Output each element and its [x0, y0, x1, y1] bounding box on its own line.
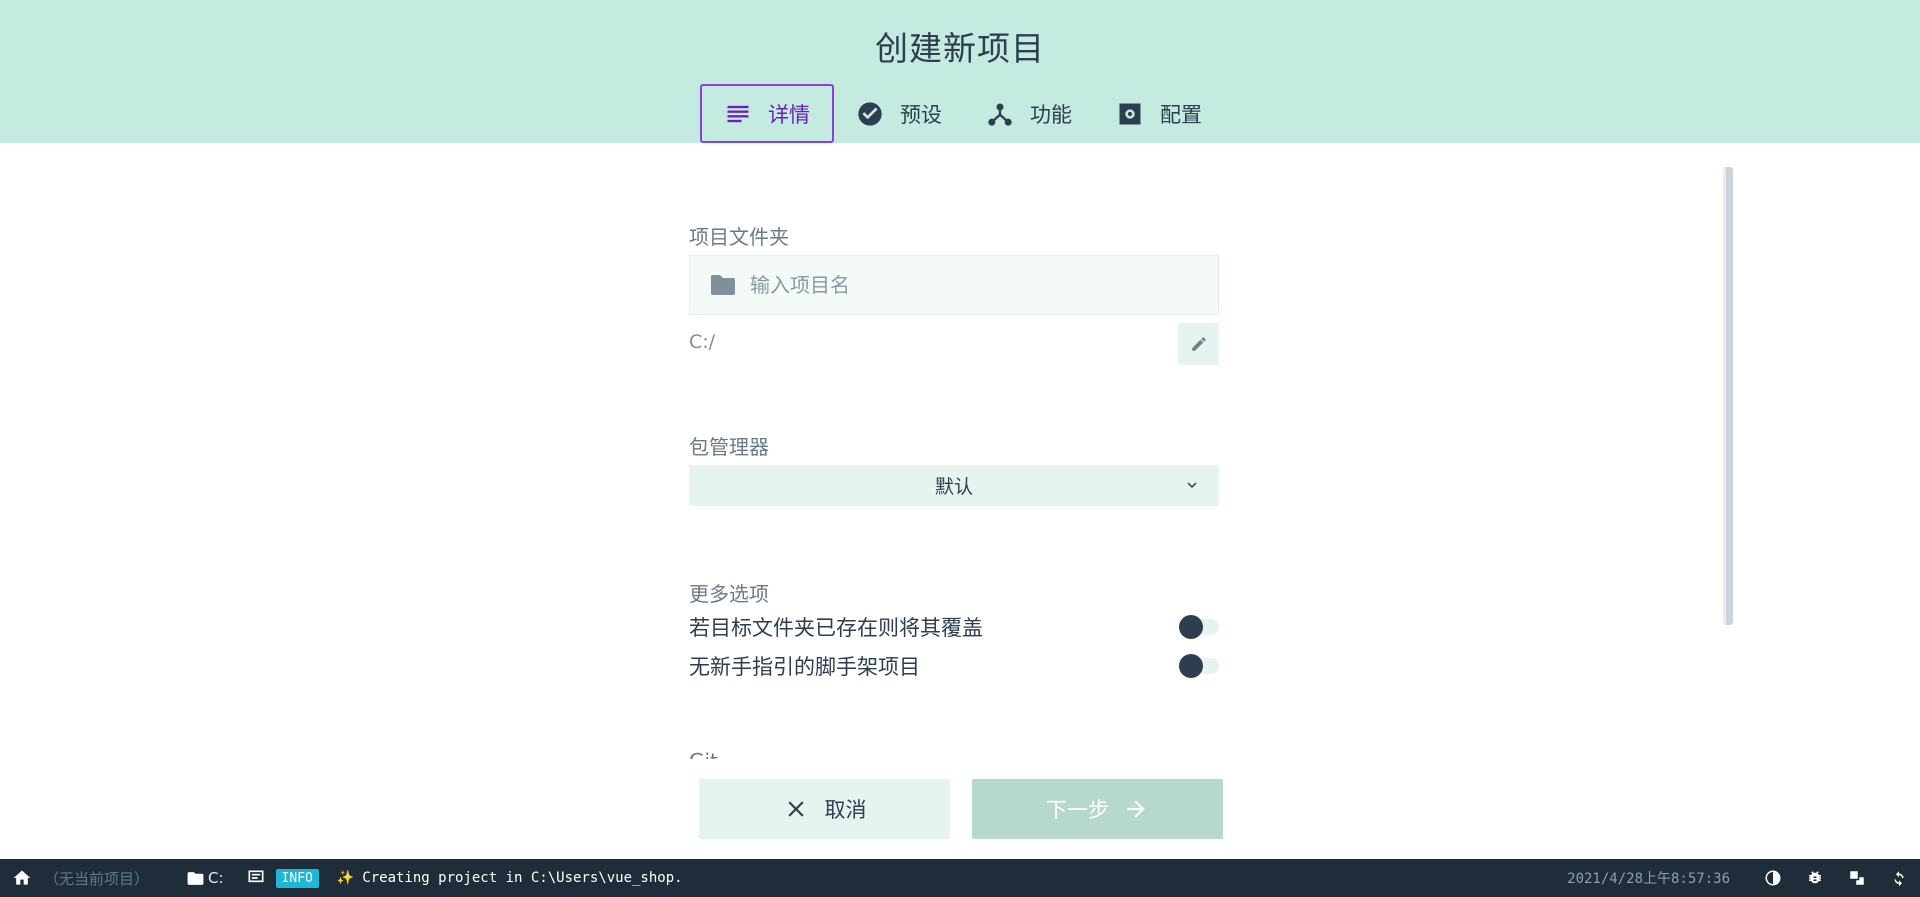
contrast-icon	[1765, 870, 1781, 886]
log-message[interactable]: ✨ Creating project in C:\Users\vue_shop.	[337, 859, 683, 897]
git-section-label: Git	[689, 749, 718, 759]
next-button[interactable]: 下一步	[972, 779, 1223, 839]
info-badge: INFO	[275, 868, 319, 888]
translate-button[interactable]	[1836, 859, 1878, 897]
console-icon	[248, 870, 264, 883]
list-icon	[727, 105, 749, 122]
next-label: 下一步	[1046, 798, 1109, 822]
timestamp: 2021/4/28上午8:57:36	[1567, 871, 1730, 887]
tab-label: 配置	[1160, 102, 1202, 127]
folder-button[interactable]: C:	[186, 859, 224, 897]
package-manager-label: 包管理器	[689, 435, 769, 459]
current-project[interactable]: （无当前项目）	[44, 859, 172, 897]
tab-config[interactable]: 配置	[1094, 84, 1224, 143]
content-area: 项目文件夹 C:/ 包管理器 默认 更多选项 若目标文件夹已存在则将其覆盖 无新…	[0, 143, 1920, 759]
package-manager-select[interactable]: 默认	[689, 465, 1219, 506]
arrow-right-icon	[1127, 800, 1145, 818]
tab-presets[interactable]: 预设	[834, 84, 964, 143]
tab-label: 功能	[1030, 102, 1072, 127]
status-bar-right: 2021/4/28上午8:57:36	[1567, 859, 1920, 897]
package-manager-value: 默认	[934, 476, 973, 498]
refresh-button[interactable]	[1878, 859, 1920, 897]
current-path: C:/	[689, 331, 716, 353]
home-button[interactable]	[0, 859, 40, 897]
cancel-label: 取消	[824, 798, 867, 822]
project-name-field[interactable]	[689, 255, 1219, 315]
tab-label: 预设	[900, 102, 942, 127]
refresh-icon	[1894, 871, 1904, 887]
option-overwrite: 若目标文件夹已存在则将其覆盖	[689, 612, 1219, 642]
sparkle-icon: ✨	[336, 870, 355, 886]
option-no-guide: 无新手指引的脚手架项目	[689, 651, 1219, 681]
option-label: 若目标文件夹已存在则将其覆盖	[689, 616, 983, 640]
more-options-label: 更多选项	[689, 582, 769, 606]
check-circle-icon	[858, 101, 882, 126]
chevron-down-icon	[1183, 476, 1201, 494]
step-tabs: 详情 预设 功能 配置	[700, 84, 1224, 143]
home-icon	[13, 870, 31, 885]
tab-details[interactable]: 详情	[700, 84, 834, 143]
folder-path: C:	[208, 869, 224, 887]
tab-features[interactable]: 功能	[964, 84, 1094, 143]
close-icon	[787, 801, 804, 817]
folder-icon	[711, 275, 735, 295]
project-name-input[interactable]	[750, 273, 1190, 297]
pencil-icon	[1191, 337, 1206, 351]
fork-icon	[988, 103, 1012, 126]
cancel-button[interactable]: 取消	[699, 779, 950, 839]
log-message-text: Creating project in C:\Users\vue_shop.	[362, 870, 683, 886]
folder-section-label: 项目文件夹	[689, 225, 789, 249]
console-log-button[interactable]	[246, 859, 266, 897]
gear-icon	[1119, 103, 1141, 124]
header: 创建新项目 详情 预设 功能 配置	[0, 0, 1920, 143]
page-title: 创建新项目	[875, 29, 1045, 68]
tab-label: 详情	[768, 102, 810, 127]
edit-path-button[interactable]	[1178, 323, 1219, 365]
bug-icon	[1809, 871, 1821, 884]
folder-icon	[187, 871, 204, 885]
translate-icon	[1850, 871, 1864, 885]
report-bug-button[interactable]	[1794, 859, 1836, 897]
dark-mode-toggle[interactable]	[1752, 859, 1794, 897]
log-level-badge: INFO	[275, 859, 319, 897]
option-label: 无新手指引的脚手架项目	[689, 655, 920, 679]
scrollbar[interactable]	[1723, 167, 1733, 625]
status-bar: （无当前项目） C: INFO ✨ Creating project in C:…	[0, 859, 1920, 897]
no-guide-toggle[interactable]	[1179, 654, 1219, 678]
overwrite-toggle[interactable]	[1179, 615, 1219, 639]
